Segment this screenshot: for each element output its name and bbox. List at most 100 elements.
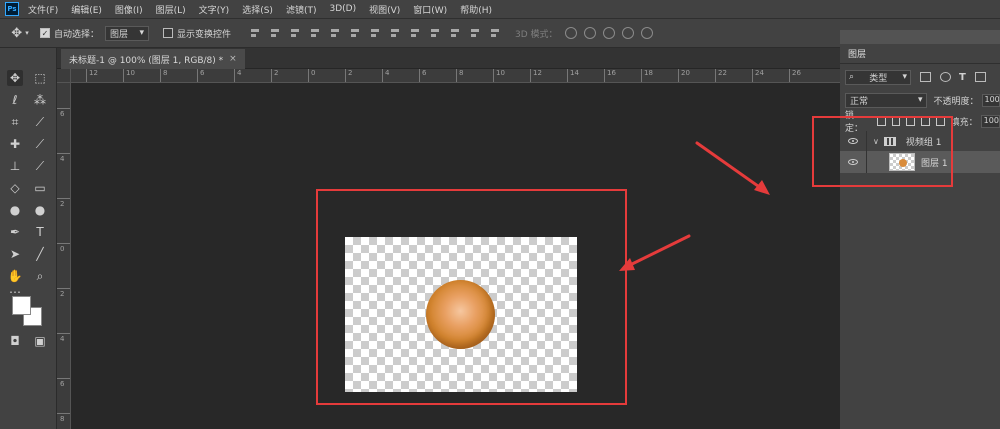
ruler-label: 2 — [345, 69, 352, 82]
move-tool-preset-icon[interactable]: ✥ ▾ — [0, 26, 40, 41]
auto-select-target-dropdown[interactable]: 图层 ▾ — [105, 25, 150, 41]
blur-tool-icon[interactable]: ● — [7, 202, 23, 218]
healing-brush-tool-icon[interactable]: ✚ — [7, 136, 23, 152]
menu-view[interactable]: 视图(V) — [369, 3, 400, 16]
brush-tool-icon[interactable]: ⟋ — [32, 136, 48, 152]
ruler-label: 2 — [57, 288, 70, 298]
menu-type[interactable]: 文字(Y) — [199, 3, 230, 16]
vertical-ruler[interactable]: 6 4 2 0 2 4 6 8 — [57, 83, 71, 429]
ruler-label: 16 — [604, 69, 616, 82]
ruler-label: 0 — [57, 243, 70, 253]
pen-tool-icon[interactable]: ✒ — [7, 224, 23, 240]
align-left-icon[interactable] — [309, 27, 321, 39]
horizontal-ruler[interactable]: 12 10 8 6 4 2 0 2 4 6 8 10 12 14 16 18 2… — [71, 69, 840, 83]
layers-panel-title[interactable]: 图层 — [848, 47, 866, 60]
screen-mode-icon[interactable]: ▣ — [32, 333, 48, 349]
ruler-label: 10 — [123, 69, 135, 82]
ruler-label: 2 — [271, 69, 278, 82]
ruler-label: 4 — [234, 69, 241, 82]
menu-3d[interactable]: 3D(D) — [329, 4, 356, 14]
3d-rotate-icon[interactable] — [564, 27, 577, 39]
image-filter-icon[interactable] — [920, 72, 931, 82]
eraser-tool-icon[interactable]: ◇ — [7, 180, 23, 196]
auto-select-checkbox[interactable]: ✓ — [40, 28, 50, 38]
quick-mask-icon[interactable]: ◘ — [7, 333, 23, 349]
type-tool-icon[interactable]: T — [32, 224, 48, 240]
ruler-label: 6 — [419, 69, 426, 82]
document-tab-title: 未标题-1 @ 100% (图层 1, RGB/8) * — [69, 55, 224, 66]
type-filter-icon[interactable]: T — [959, 72, 966, 83]
foreground-color-swatch[interactable] — [12, 296, 31, 315]
align-right-icon[interactable] — [349, 27, 361, 39]
ruler-label: 6 — [57, 108, 70, 118]
ruler-label: 4 — [382, 69, 389, 82]
lasso-tool-icon[interactable]: ℓ — [7, 92, 23, 108]
show-transform-checkbox[interactable] — [163, 28, 174, 38]
layer-filter-kind-value: 类型 — [869, 73, 888, 84]
menu-filter[interactable]: 滤镜(T) — [286, 3, 317, 16]
menu-select[interactable]: 选择(S) — [242, 3, 273, 16]
auto-align-icon[interactable] — [489, 27, 501, 39]
hand-tool-icon[interactable]: ✋ — [7, 268, 23, 284]
history-brush-tool-icon[interactable]: ⟋ — [32, 158, 48, 174]
ruler-label: 12 — [86, 69, 98, 82]
gradient-tool-icon[interactable]: ▭ — [32, 180, 48, 196]
layer-filter-kind-dropdown[interactable]: ⌕ 类型 ▾ — [845, 69, 911, 85]
opacity-input[interactable]: 100 — [981, 93, 1000, 107]
photoshop-window: Ps 文件(F) 编辑(E) 图像(I) 图层(L) 文字(Y) 选择(S) 滤… — [0, 0, 1000, 429]
align-hcenter-icon[interactable] — [329, 27, 341, 39]
blend-mode-dropdown[interactable]: 正常 ▾ — [845, 92, 928, 108]
menu-image[interactable]: 图像(I) — [115, 3, 143, 16]
distribute-right-icon[interactable] — [469, 27, 481, 39]
annotation-box-layers — [812, 116, 953, 187]
ruler-label: 20 — [678, 69, 690, 82]
align-top-icon[interactable] — [249, 27, 261, 39]
auto-select-target-value: 图层 — [110, 29, 129, 40]
blend-row: 正常 ▾ 不透明度： 100 — [840, 91, 1000, 109]
ps-logo: Ps — [5, 2, 19, 16]
align-vcenter-icon[interactable] — [269, 27, 281, 39]
eyedropper-tool-icon[interactable]: ⟋ — [32, 114, 48, 130]
ruler-label: 10 — [493, 69, 505, 82]
3d-drag-icon[interactable] — [602, 27, 615, 39]
ruler-origin[interactable] — [57, 69, 71, 83]
zoom-tool-icon[interactable]: ⌕ — [32, 268, 48, 284]
chevron-down-icon: ▾ — [917, 95, 923, 105]
clone-stamp-tool-icon[interactable]: ⊥ — [7, 158, 23, 174]
document-tab[interactable]: 未标题-1 @ 100% (图层 1, RGB/8) * × — [61, 49, 245, 69]
align-buttons — [249, 27, 501, 39]
ruler-label: 8 — [456, 69, 463, 82]
shape-filter-icon[interactable] — [974, 72, 986, 82]
ruler-label: 24 — [752, 69, 764, 82]
ruler-label: 4 — [57, 333, 70, 343]
3d-scale-icon[interactable] — [640, 27, 653, 39]
chevron-down-icon: ▾ — [902, 72, 907, 82]
dodge-tool-icon[interactable]: ● — [32, 202, 48, 218]
adjustment-filter-icon[interactable] — [940, 72, 951, 82]
move-tool-icon[interactable]: ✥ — [7, 70, 23, 86]
distribute-left-icon[interactable] — [429, 27, 441, 39]
close-icon[interactable]: × — [229, 54, 237, 64]
menu-edit[interactable]: 编辑(E) — [71, 3, 102, 16]
blend-mode-value: 正常 — [850, 96, 869, 107]
ruler-label: 6 — [57, 378, 70, 388]
3d-slide-icon[interactable] — [621, 27, 634, 39]
menu-file[interactable]: 文件(F) — [28, 3, 58, 16]
annotation-box-canvas — [316, 189, 627, 405]
magic-wand-tool-icon[interactable]: ⁂ — [32, 92, 48, 108]
path-selection-tool-icon[interactable]: ➤ — [7, 246, 23, 262]
menu-help[interactable]: 帮助(H) — [460, 3, 492, 16]
3d-roll-icon[interactable] — [583, 27, 596, 39]
distribute-bottom-icon[interactable] — [409, 27, 421, 39]
crop-tool-icon[interactable]: ⌗ — [7, 114, 23, 130]
menu-layer[interactable]: 图层(L) — [156, 3, 186, 16]
distribute-hcenter-icon[interactable] — [449, 27, 461, 39]
menu-window[interactable]: 窗口(W) — [413, 3, 447, 16]
marquee-tool-icon[interactable]: ⬚ — [32, 70, 48, 86]
line-tool-icon[interactable]: ╱ — [32, 246, 48, 262]
distribute-top-icon[interactable] — [369, 27, 381, 39]
ruler-label: 12 — [530, 69, 542, 82]
fill-input[interactable]: 100 — [980, 114, 1000, 128]
align-bottom-icon[interactable] — [289, 27, 301, 39]
distribute-vcenter-icon[interactable] — [389, 27, 401, 39]
